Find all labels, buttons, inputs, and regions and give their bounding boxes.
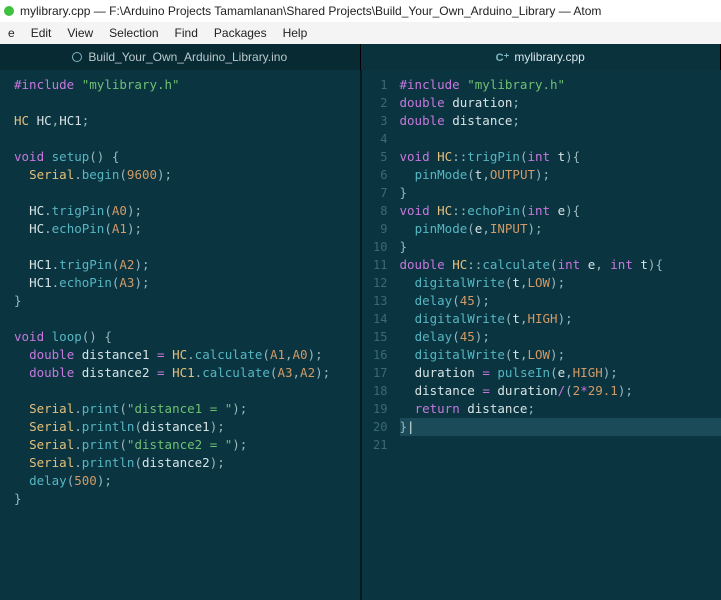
- line-number: 8: [362, 202, 388, 220]
- menu-edit[interactable]: Edit: [23, 26, 60, 40]
- code-line[interactable]: digitalWrite(t,LOW);: [400, 346, 721, 364]
- menu-file[interactable]: e: [0, 26, 23, 40]
- code-line[interactable]: void setup() {: [14, 148, 360, 166]
- menu-bar: e Edit View Selection Find Packages Help: [0, 22, 721, 44]
- line-number: 7: [362, 184, 388, 202]
- menu-find[interactable]: Find: [167, 26, 206, 40]
- code-line[interactable]: HC1.trigPin(A2);: [14, 256, 360, 274]
- code-area-right[interactable]: #include "mylibrary.h"double duration;do…: [396, 70, 721, 600]
- tab-label: mylibrary.cpp: [514, 50, 584, 64]
- code-line[interactable]: [14, 310, 360, 328]
- menu-selection[interactable]: Selection: [101, 26, 166, 40]
- code-line[interactable]: duration = pulseIn(e,HIGH);: [400, 364, 721, 382]
- code-line[interactable]: distance = duration/(2*29.1);: [400, 382, 721, 400]
- code-line[interactable]: [400, 436, 721, 454]
- code-line[interactable]: double duration;: [400, 94, 721, 112]
- code-line[interactable]: digitalWrite(t,LOW);: [400, 274, 721, 292]
- code-line[interactable]: [14, 184, 360, 202]
- line-number: 13: [362, 292, 388, 310]
- line-number: 19: [362, 400, 388, 418]
- code-line[interactable]: [14, 382, 360, 400]
- gutter-right: 123456789101112131415161718192021: [362, 70, 396, 600]
- line-number: 21: [362, 436, 388, 454]
- code-line[interactable]: void HC::trigPin(int t){: [400, 148, 721, 166]
- line-number: 12: [362, 274, 388, 292]
- line-number: 14: [362, 310, 388, 328]
- code-line[interactable]: Serial.println(distance1);: [14, 418, 360, 436]
- editor-pane-right[interactable]: 123456789101112131415161718192021 #inclu…: [360, 70, 721, 600]
- editor-split: #include "mylibrary.h" HC HC,HC1; void set…: [0, 70, 721, 600]
- code-line[interactable]: pinMode(e,INPUT);: [400, 220, 721, 238]
- window-title: mylibrary.cpp — F:\Arduino Projects Tama…: [20, 4, 601, 18]
- code-line[interactable]: [14, 130, 360, 148]
- menu-view[interactable]: View: [59, 26, 101, 40]
- line-number: 11: [362, 256, 388, 274]
- code-line[interactable]: [14, 238, 360, 256]
- code-line[interactable]: }|: [400, 418, 721, 436]
- line-number: 2: [362, 94, 388, 112]
- code-line[interactable]: delay(500);: [14, 472, 360, 490]
- code-line[interactable]: }: [400, 184, 721, 202]
- code-line[interactable]: delay(45);: [400, 328, 721, 346]
- line-number: 17: [362, 364, 388, 382]
- code-line[interactable]: }: [14, 490, 360, 508]
- code-line[interactable]: Serial.println(distance2);: [14, 454, 360, 472]
- line-number: 18: [362, 382, 388, 400]
- code-line[interactable]: double distance1 = HC.calculate(A1,A0);: [14, 346, 360, 364]
- tab-label: Build_Your_Own_Arduino_Library.ino: [88, 50, 287, 64]
- line-number: 5: [362, 148, 388, 166]
- line-number: 3: [362, 112, 388, 130]
- code-line[interactable]: #include "mylibrary.h": [14, 76, 360, 94]
- editor-pane-left[interactable]: #include "mylibrary.h" HC HC,HC1; void set…: [0, 70, 360, 600]
- line-number: 20: [362, 418, 388, 436]
- cpp-icon: C⁺: [496, 51, 510, 64]
- ino-icon: [72, 52, 82, 62]
- line-number: 15: [362, 328, 388, 346]
- code-line[interactable]: }: [400, 238, 721, 256]
- menu-packages[interactable]: Packages: [206, 26, 275, 40]
- code-line[interactable]: [14, 94, 360, 112]
- tab-bar: Build_Your_Own_Arduino_Library.ino C⁺ my…: [0, 44, 721, 70]
- code-line[interactable]: delay(45);: [400, 292, 721, 310]
- line-number: 1: [362, 76, 388, 94]
- code-line[interactable]: #include "mylibrary.h": [400, 76, 721, 94]
- code-line[interactable]: void loop() {: [14, 328, 360, 346]
- code-area-left[interactable]: #include "mylibrary.h" HC HC,HC1; void set…: [10, 70, 360, 600]
- line-number: 16: [362, 346, 388, 364]
- code-line[interactable]: Serial.print("distance2 = ");: [14, 436, 360, 454]
- code-line[interactable]: }: [14, 292, 360, 310]
- code-line[interactable]: HC1.echoPin(A3);: [14, 274, 360, 292]
- code-line[interactable]: Serial.begin(9600);: [14, 166, 360, 184]
- code-line[interactable]: Serial.print("distance1 = ");: [14, 400, 360, 418]
- line-number: 6: [362, 166, 388, 184]
- tab-cpp-file[interactable]: C⁺ mylibrary.cpp: [361, 44, 721, 70]
- line-number: 10: [362, 238, 388, 256]
- window-titlebar: mylibrary.cpp — F:\Arduino Projects Tama…: [0, 0, 721, 22]
- tab-ino-file[interactable]: Build_Your_Own_Arduino_Library.ino: [0, 44, 361, 70]
- code-line[interactable]: HC.echoPin(A1);: [14, 220, 360, 238]
- code-line[interactable]: pinMode(t,OUTPUT);: [400, 166, 721, 184]
- app-icon: [4, 6, 14, 16]
- code-line[interactable]: double HC::calculate(int e, int t){: [400, 256, 721, 274]
- code-line[interactable]: double distance2 = HC1.calculate(A3,A2);: [14, 364, 360, 382]
- menu-help[interactable]: Help: [275, 26, 316, 40]
- code-line[interactable]: void HC::echoPin(int e){: [400, 202, 721, 220]
- code-line[interactable]: [400, 130, 721, 148]
- line-number: 9: [362, 220, 388, 238]
- gutter-left: [0, 70, 10, 600]
- code-line[interactable]: digitalWrite(t,HIGH);: [400, 310, 721, 328]
- line-number: 4: [362, 130, 388, 148]
- code-line[interactable]: HC HC,HC1;: [14, 112, 360, 130]
- code-line[interactable]: double distance;: [400, 112, 721, 130]
- code-line[interactable]: return distance;: [400, 400, 721, 418]
- code-line[interactable]: HC.trigPin(A0);: [14, 202, 360, 220]
